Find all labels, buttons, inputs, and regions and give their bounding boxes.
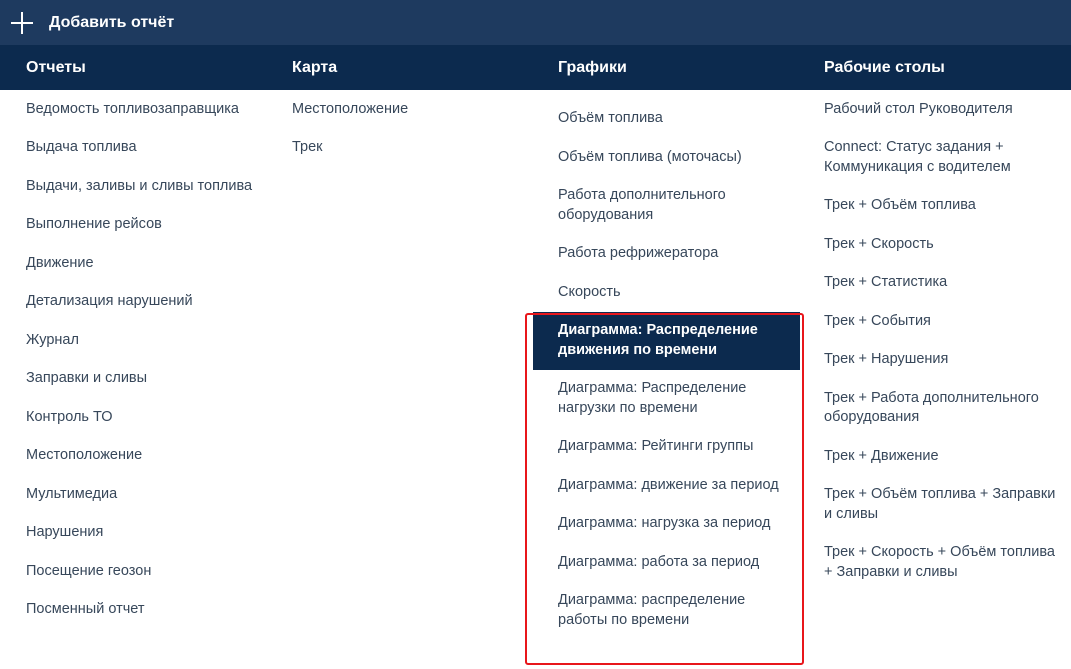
desks-item[interactable]: Трек + Работа дополнительного оборудован… [824, 379, 1064, 437]
charts-item[interactable]: Диаграмма: движение за период [533, 466, 800, 505]
map-item[interactable]: Трек [292, 129, 522, 168]
column-title-reports: Отчеты [26, 59, 86, 76]
charts-item[interactable]: Работа рефрижератора [533, 235, 800, 274]
reports-item[interactable]: Нарушения [26, 514, 276, 553]
add-report-label: Добавить отчёт [49, 13, 175, 31]
column-headers: Отчеты Карта Графики Рабочие столы [0, 45, 1071, 90]
desks-item[interactable]: Трек + Скорость + Объём топлива + Заправ… [824, 534, 1064, 592]
charts-item[interactable]: Объём топлива (моточасы) [533, 138, 800, 177]
reports-item[interactable]: Журнал [26, 321, 276, 360]
desks-column: Рабочий стол Руководителя Connect: Статус… [824, 90, 1064, 669]
desks-item[interactable]: Трек + Объём топлива + Заправки и сливы [824, 476, 1064, 534]
reports-item[interactable]: Выполнение рейсов [26, 206, 276, 245]
desks-item[interactable]: Трек + Нарушения [824, 341, 1064, 380]
reports-item[interactable]: Детализация нарушений [26, 283, 276, 322]
charts-column[interactable]: Обороты двигателяОбъём топливаОбъём топл… [533, 90, 800, 669]
desks-item[interactable]: Трек + Статистика [824, 264, 1064, 303]
charts-item[interactable]: Диаграмма: распределение работы по време… [533, 582, 800, 640]
map-column: Местоположение Трек [292, 90, 522, 669]
add-report-button[interactable]: Добавить отчёт [0, 0, 186, 45]
reports-item[interactable]: Заправки и сливы [26, 360, 276, 399]
charts-item[interactable]: Диаграмма: нагрузка за период [533, 505, 800, 544]
desks-item[interactable]: Трек + Объём топлива [824, 187, 1064, 226]
reports-item[interactable]: Движение [26, 244, 276, 283]
map-item[interactable]: Местоположение [292, 90, 522, 129]
reports-item[interactable]: Контроль ТО [26, 398, 276, 437]
reports-item[interactable]: Мультимедиа [26, 475, 276, 514]
reports-item[interactable]: Посменный отчет [26, 591, 276, 630]
desks-item[interactable]: Трек + Движение [824, 437, 1064, 476]
charts-item[interactable]: Диаграмма: Рейтинги группы [533, 428, 800, 467]
charts-item[interactable]: Диаграмма: работа за период [533, 543, 800, 582]
charts-item[interactable]: Обороты двигателя [533, 90, 800, 100]
charts-item[interactable]: Объём топлива [533, 100, 800, 139]
desks-item[interactable]: Connect: Статус задания + Коммуникация с… [824, 129, 1064, 187]
desks-item[interactable]: Трек + Скорость [824, 225, 1064, 264]
charts-item[interactable]: Диаграмма: Распределение нагрузки по вре… [533, 370, 800, 428]
reports-item[interactable]: Выдача топлива [26, 129, 276, 168]
plus-icon [11, 11, 33, 34]
column-title-charts: Графики [558, 59, 627, 76]
reports-item[interactable]: Местоположение [26, 437, 276, 476]
reports-item[interactable]: Выдачи, заливы и сливы топлива [26, 167, 276, 206]
charts-item[interactable]: Работа дополнительного оборудования [533, 177, 800, 235]
column-title-map: Карта [292, 59, 338, 76]
desks-item[interactable]: Трек + События [824, 302, 1064, 341]
charts-item-active[interactable]: Диаграмма: Распределение движения по вре… [533, 311, 800, 370]
toolbar: Добавить отчёт [0, 0, 1071, 45]
reports-item[interactable]: Ведомость топливозаправщика [26, 90, 276, 129]
charts-item[interactable]: Скорость [533, 273, 800, 312]
column-title-desks: Рабочие столы [824, 59, 945, 76]
reports-item[interactable]: Посещение геозон [26, 552, 276, 591]
reports-column: Ведомость топливозаправщика Выдача топлив… [26, 90, 276, 669]
desks-item[interactable]: Рабочий стол Руководителя [824, 90, 1064, 129]
